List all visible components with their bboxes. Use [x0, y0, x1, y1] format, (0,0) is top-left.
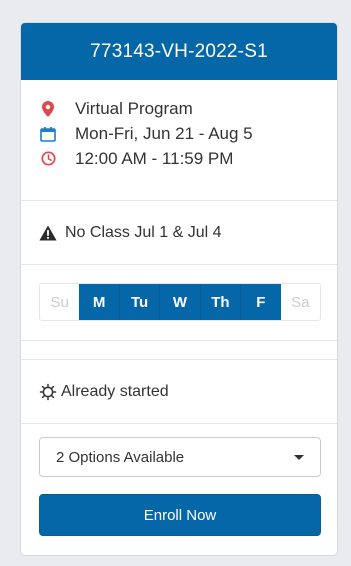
day-friday: F [240, 284, 281, 320]
weekday-section: Su M Tu W Th F Sa [21, 265, 337, 341]
day-monday: M [79, 284, 119, 320]
status-text: Already started [61, 382, 169, 400]
day-saturday: Sa [280, 284, 320, 320]
course-details: Virtual Program Mon-Fri, Jun 21 - Aug 5 [21, 80, 337, 201]
enroll-now-button[interactable]: Enroll Now [39, 494, 321, 536]
time-text: 12:00 AM - 11:59 PM [75, 148, 234, 168]
clock-icon [39, 150, 57, 168]
time-row: 12:00 AM - 11:59 PM [39, 146, 337, 171]
enroll-now-label: Enroll Now [143, 506, 217, 524]
day-thursday: Th [199, 284, 241, 320]
day-sunday: Su [40, 284, 80, 320]
day-tuesday: Tu [118, 284, 160, 320]
course-card: 773143-VH-2022-S1 Virtual Program Mon-Fr… [20, 22, 338, 556]
dates-text: Mon-Fri, Jun 21 - Aug 5 [75, 123, 253, 143]
gear-icon [39, 383, 57, 401]
location-text: Virtual Program [75, 98, 193, 118]
day-wednesday: W [159, 284, 200, 320]
weekday-selector: Su M Tu W Th F Sa [39, 283, 321, 321]
dates-row: Mon-Fri, Jun 21 - Aug 5 [39, 121, 337, 146]
notice-text: No Class Jul 1 & Jul 4 [65, 223, 222, 241]
schedule-notice: No Class Jul 1 & Jul 4 [21, 201, 337, 265]
options-dropdown[interactable]: 2 Options Available [39, 437, 321, 477]
enrollment-status: Already started [21, 360, 337, 424]
location-row: Virtual Program [39, 96, 337, 121]
section-divider [21, 341, 337, 360]
calendar-icon [39, 125, 57, 143]
caret-down-icon [294, 455, 304, 460]
course-code-header: 773143-VH-2022-S1 [21, 23, 337, 80]
course-code: 773143-VH-2022-S1 [90, 40, 268, 62]
options-selected-value: 2 Options Available [56, 448, 185, 466]
map-pin-icon [39, 100, 57, 118]
warning-icon [39, 225, 57, 241]
